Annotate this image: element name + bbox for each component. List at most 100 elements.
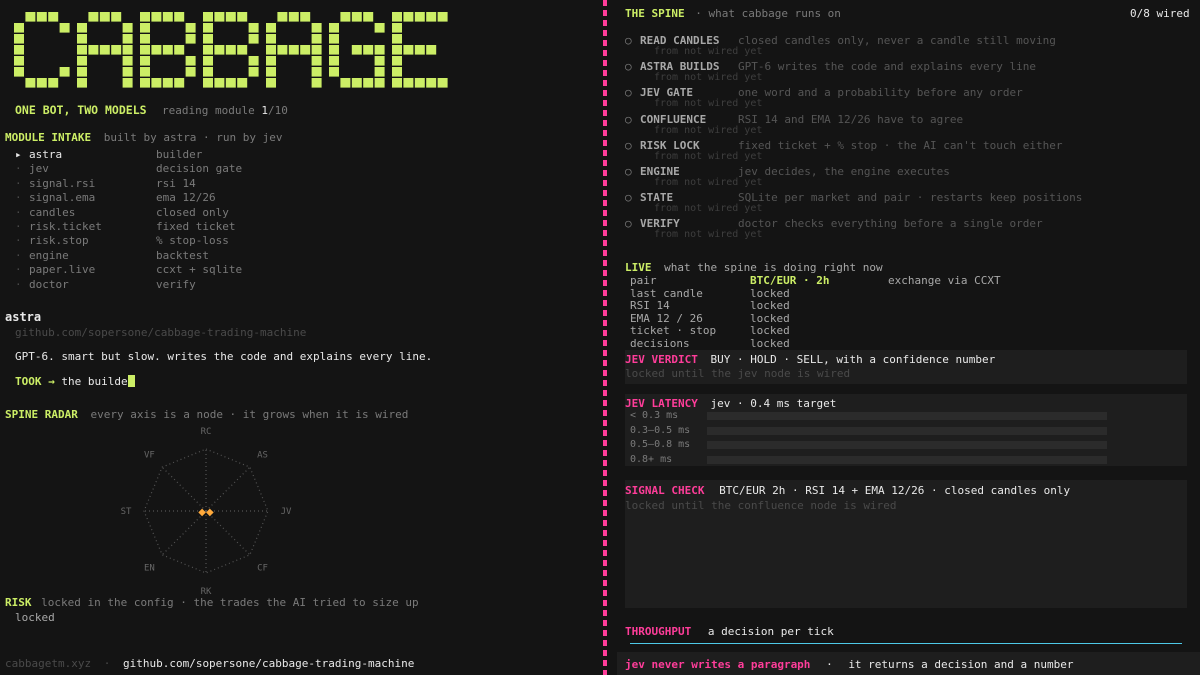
logo-pixel <box>266 45 276 55</box>
signal-title: SIGNAL CHECK <box>625 484 705 497</box>
logo-pixel <box>266 67 276 77</box>
verdict-subtitle: BUY · HOLD · SELL, with a confidence num… <box>710 353 996 366</box>
logo-pixel <box>248 67 259 77</box>
live-value: locked <box>750 299 790 313</box>
spine-subtitle: · what cabbage runs on <box>695 7 841 20</box>
logo-pixel <box>174 12 185 22</box>
logo-pixel <box>203 23 213 33</box>
logo-pixel <box>426 12 437 22</box>
logo-pixel <box>140 56 150 66</box>
logo-pixel <box>311 34 322 44</box>
logo-pixel <box>363 45 374 55</box>
module-name: paper.live <box>29 263 96 277</box>
throughput-title: THROUGHPUT <box>625 625 692 638</box>
module-item-engine[interactable]: · engine backtest <box>15 249 315 263</box>
radar-axis <box>205 466 251 512</box>
logo-pixel <box>214 45 225 55</box>
module-item-astra[interactable]: ▸ astra builder <box>15 148 315 162</box>
radar-axis <box>161 466 207 512</box>
logo-pixel <box>140 34 150 44</box>
footer-site[interactable]: cabbagetm.xyz <box>5 657 91 670</box>
module-role: builder <box>156 148 203 161</box>
logo-pixel <box>392 12 402 22</box>
module-item-signal-ema[interactable]: · signal.ema ema 12/26 <box>15 191 315 205</box>
risk-header: RISK locked in the config · the trades t… <box>5 596 419 609</box>
radar-axis-label: ST <box>121 507 132 517</box>
logo-pixel <box>311 78 322 88</box>
logo-pixel <box>300 45 311 55</box>
module-item-jev[interactable]: · jev decision gate <box>15 162 315 176</box>
logo-pixel <box>329 23 339 33</box>
logo-pixel <box>426 45 437 55</box>
node-status-icon: ○ <box>625 217 632 231</box>
module-item-risk-stop[interactable]: · risk.stop % stop-loss <box>15 234 315 248</box>
node-status-icon: ○ <box>625 34 632 47</box>
latency-label: 0.5–0.8 ms <box>630 439 691 450</box>
module-role: closed only <box>156 205 229 219</box>
module-name: risk.ticket <box>29 220 102 233</box>
logo-pixel <box>329 67 339 77</box>
reading-current: 1 <box>261 104 268 117</box>
latency-header: JEV LATENCY jev · 0.4 ms target <box>625 397 836 410</box>
logo-pixel <box>122 23 133 33</box>
took-label: TOOK → <box>15 375 55 388</box>
logo-pixel <box>277 45 288 55</box>
live-row: EMA 12 / 26 locked <box>630 312 1130 325</box>
logo-pixel <box>25 12 36 22</box>
module-item-signal-rsi[interactable]: · signal.rsi rsi 14 <box>15 177 315 191</box>
live-key: EMA 12 / 26 <box>630 311 703 325</box>
detail-link[interactable]: github.com/sopersone/cabbage-trading-mac… <box>15 326 306 339</box>
latency-title: JEV LATENCY <box>625 397 698 410</box>
logo-pixel <box>151 12 162 22</box>
node-status-icon: ○ <box>625 191 632 205</box>
throughput-header: THROUGHPUT a decision per tick <box>625 625 834 638</box>
logo-pixel <box>392 23 402 33</box>
module-bullet: · <box>15 205 22 219</box>
module-item-paper-live[interactable]: · paper.live ccxt + sqlite <box>15 263 315 277</box>
bottom-message: jev never writes a paragraph · it return… <box>625 658 1073 671</box>
logo-pixel <box>329 56 339 66</box>
signal-subtitle: BTC/EUR 2h · RSI 14 + EMA 12/26 · closed… <box>719 484 1071 497</box>
intake-header: MODULE INTAKE built by astra · run by je… <box>5 131 283 144</box>
spine-node-desc: jev decides, the engine executes <box>738 165 950 178</box>
throughput-subtitle: a decision per tick <box>707 625 834 638</box>
logo-pixel <box>185 56 196 66</box>
footer-link[interactable]: github.com/sopersone/cabbage-trading-mac… <box>123 657 414 670</box>
logo-pixel <box>99 45 110 55</box>
reading-label: reading module 1/10 <box>162 104 288 117</box>
logo-pixel <box>88 45 99 55</box>
spine-node-status: from not wired yet <box>654 72 763 84</box>
module-item-candles[interactable]: · candles closed only <box>15 206 315 220</box>
logo-pixel <box>237 45 248 55</box>
logo-pixel <box>374 56 385 66</box>
logo-pixel <box>266 78 276 88</box>
logo-pixel <box>392 34 402 44</box>
logo-pixel <box>14 56 24 66</box>
spine-header: THE SPINE · what cabbage runs on <box>625 7 841 20</box>
logo-pixel <box>151 45 162 55</box>
logo-pixel <box>414 45 425 55</box>
node-status-icon: ○ <box>625 112 632 126</box>
footer-separator: · <box>103 657 111 670</box>
logo-pixel <box>111 12 122 22</box>
logo-pixel <box>311 45 322 55</box>
logo-pixel <box>203 67 213 77</box>
logo-pixel <box>48 78 59 88</box>
logo-pixel <box>248 34 259 44</box>
logo-pixel <box>77 78 87 88</box>
module-item-risk-ticket[interactable]: · risk.ticket fixed ticket <box>15 220 315 234</box>
logo-pixel <box>77 34 87 44</box>
logo-pixel <box>151 78 162 88</box>
node-status-icon: ○ <box>625 138 632 152</box>
live-key: pair <box>630 274 657 287</box>
live-value: BTC/EUR · 2h <box>750 274 830 287</box>
logo-pixel <box>185 67 196 77</box>
verdict-title: JEV VERDICT <box>625 353 698 366</box>
logo-pixel <box>77 67 87 77</box>
radar-axis-label: JV <box>281 507 292 517</box>
wired-count: 0/8 wired <box>1130 7 1190 20</box>
spine-node: ○ RISK LOCK fixed ticket + % stop · the AI… <box>625 139 1185 165</box>
logo-pixel <box>340 78 351 88</box>
module-item-doctor[interactable]: · doctor verify <box>15 278 315 292</box>
logo-pixel <box>59 67 70 77</box>
